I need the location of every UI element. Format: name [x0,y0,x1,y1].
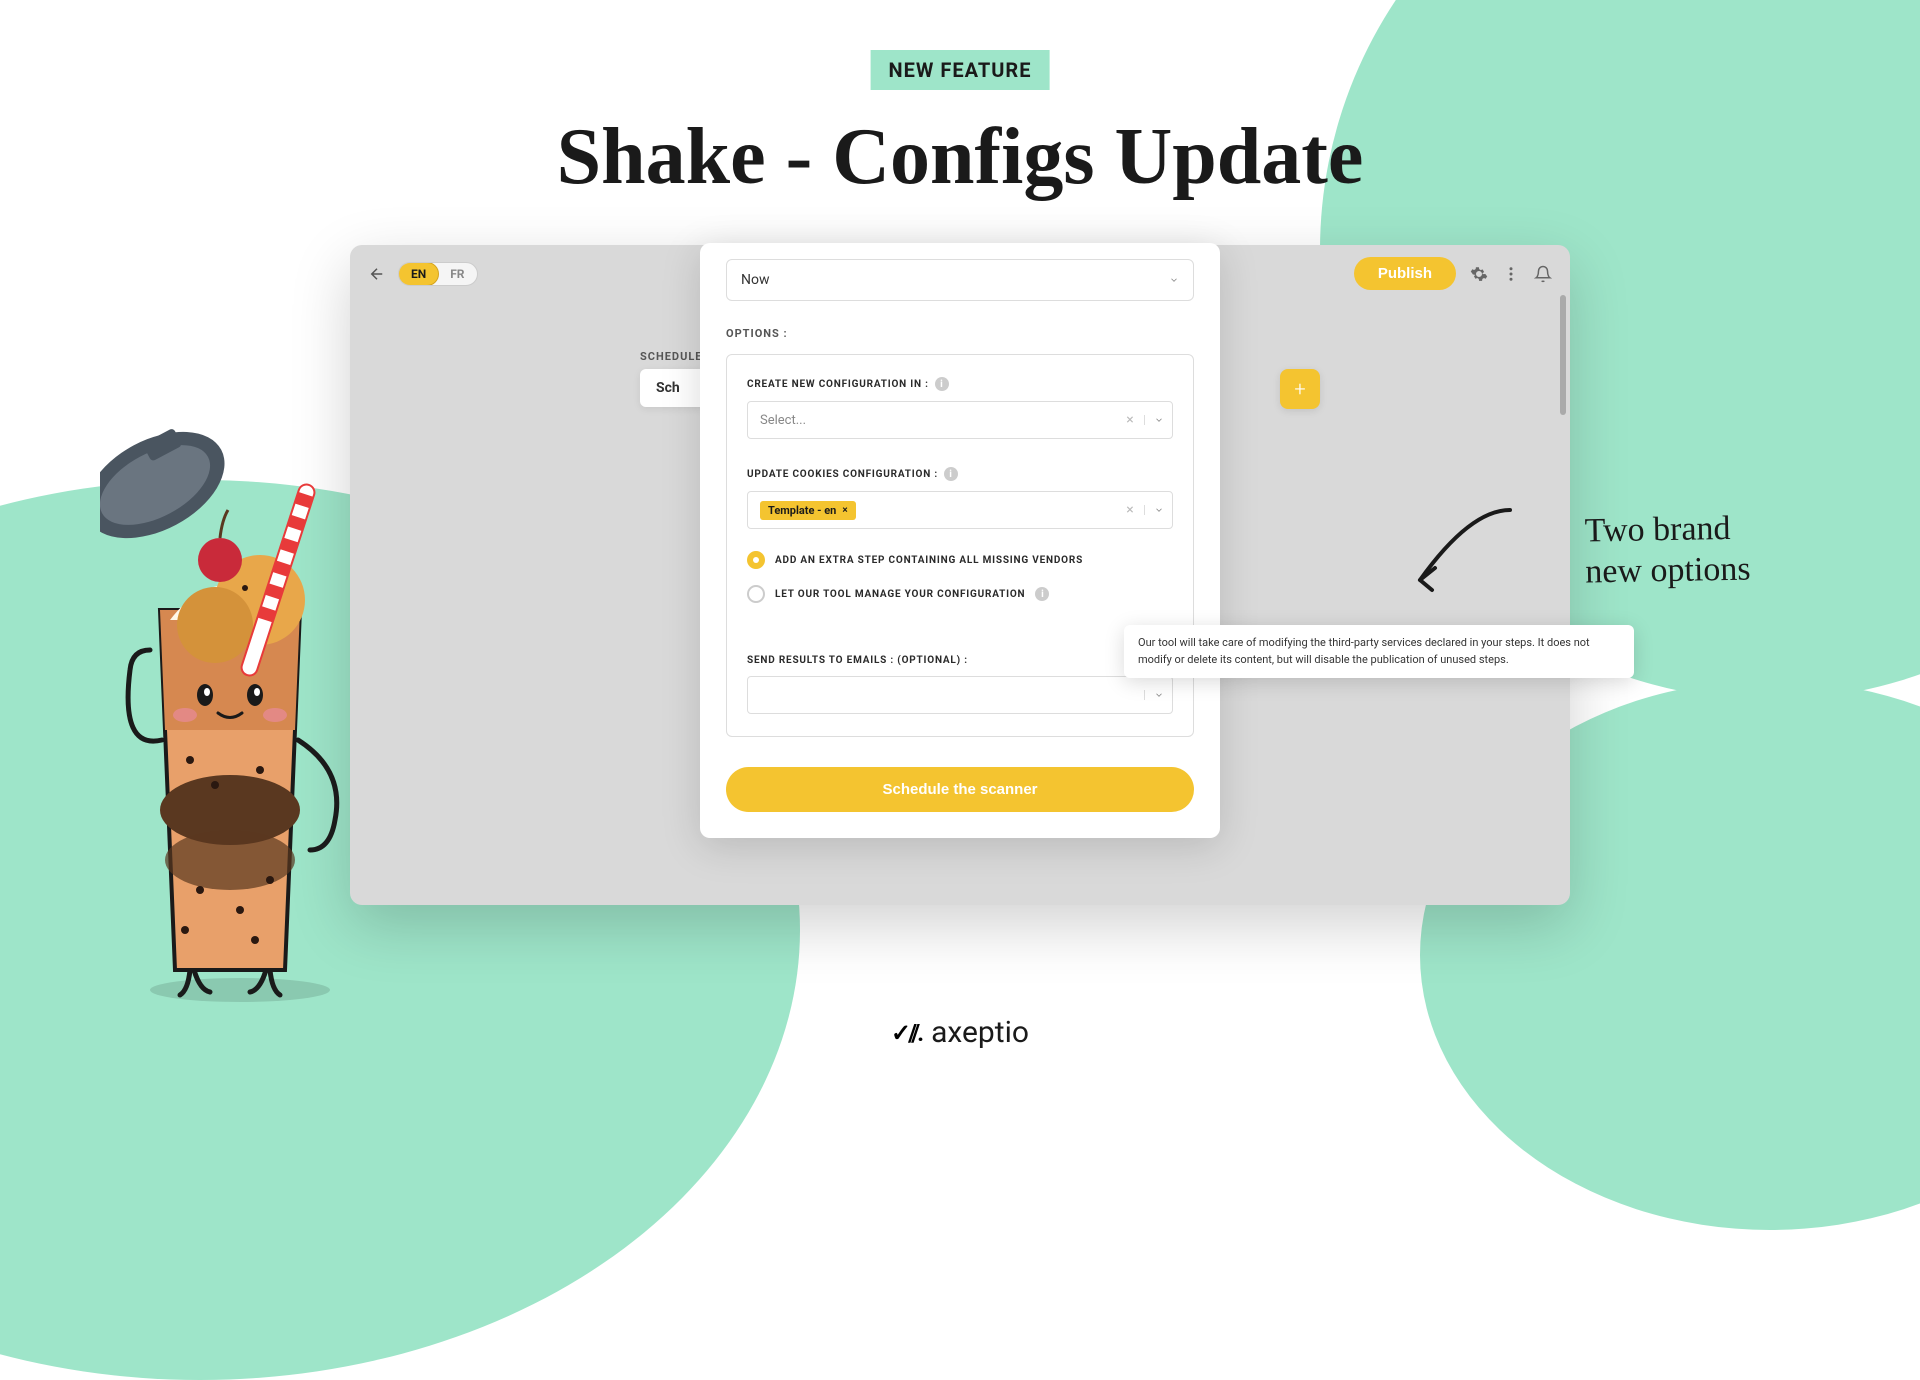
tooltip: Our tool will take care of modifying the… [1124,625,1634,678]
info-icon[interactable]: i [944,467,958,481]
hero: NEW FEATURE Shake - Configs Update [557,50,1364,203]
emails-label: SEND RESULTS TO EMAILS : (OPTIONAL) : [747,655,1173,666]
chevron-down-icon [1154,690,1164,700]
clear-icon[interactable]: × [1116,412,1144,428]
remove-tag-icon[interactable]: × [842,505,847,516]
annotation-text: Two brand new options [1584,509,1751,593]
more-vert-icon[interactable] [1502,265,1520,283]
topbar-right: Publish [1354,257,1552,290]
chevron-down-icon [1154,505,1164,515]
gear-icon[interactable] [1470,265,1488,283]
app-window: EN FR Publish SCHEDULE Sch + Now OPTIONS… [350,245,1570,905]
now-value: Now [741,272,770,288]
emails-select[interactable] [747,676,1173,714]
options-panel: CREATE NEW CONFIGURATION IN : i Select..… [726,354,1194,737]
plus-icon: + [1294,377,1305,401]
radio-option-extra-step[interactable]: ADD AN EXTRA STEP CONTAINING ALL MISSING… [747,551,1173,569]
add-button[interactable]: + [1280,369,1320,409]
select-arrow[interactable] [1144,690,1172,700]
select-arrow[interactable] [1144,415,1172,425]
radio-checked-icon [747,551,765,569]
back-arrow-icon[interactable] [368,265,386,283]
selected-tag-container: Template - en × [748,501,1116,520]
info-icon[interactable]: i [1035,587,1049,601]
options-heading: OPTIONS : [726,327,1194,340]
select-placeholder: Select... [748,413,1116,428]
radio-unchecked-icon [747,585,765,603]
radio-option-auto-manage[interactable]: LET OUR TOOL MANAGE YOUR CONFIGURATION i [747,585,1173,603]
mascot-illustration [100,390,400,1010]
language-switcher[interactable]: EN FR [398,262,478,286]
update-config-select[interactable]: Template - en × × [747,491,1173,529]
annotation-arrow-icon [1400,490,1520,610]
lang-fr[interactable]: FR [438,263,476,285]
create-config-label: CREATE NEW CONFIGURATION IN : i [747,377,1173,391]
update-config-label: UPDATE COOKIES CONFIGURATION : i [747,467,1173,481]
chevron-down-icon [1169,275,1179,285]
clear-icon[interactable]: × [1116,502,1144,518]
brand-name: axeptio [931,1015,1029,1050]
brand-logo: ✓//. axeptio [891,1015,1029,1050]
schedule-scanner-button[interactable]: Schedule the scanner [726,767,1194,812]
bell-icon[interactable] [1534,265,1552,283]
chevron-down-icon [1154,415,1164,425]
config-modal: Now OPTIONS : CREATE NEW CONFIGURATION I… [700,243,1220,838]
lang-en[interactable]: EN [398,262,439,286]
topbar-left: EN FR [368,262,478,286]
info-icon[interactable]: i [935,377,949,391]
schedule-label: SCHEDULE [640,350,702,363]
publish-button[interactable]: Publish [1354,257,1456,290]
logo-checkmark-icon: ✓//. [891,1019,921,1047]
new-feature-badge: NEW FEATURE [871,50,1050,90]
template-tag[interactable]: Template - en × [760,501,856,520]
select-arrow[interactable] [1144,505,1172,515]
create-config-select[interactable]: Select... × [747,401,1173,439]
page-title: Shake - Configs Update [557,112,1364,203]
schedule-time-select[interactable]: Now [726,259,1194,301]
scrollbar[interactable] [1560,295,1566,415]
